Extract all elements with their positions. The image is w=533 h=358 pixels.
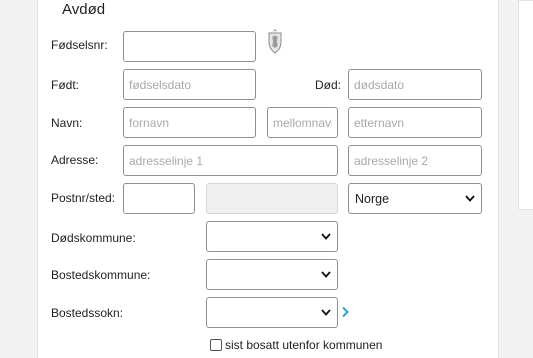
side-panel [518, 0, 533, 210]
postnr-sted-label: Postnr/sted: [51, 191, 116, 205]
chevron-down-icon [321, 270, 331, 280]
postnr-input[interactable] [123, 183, 195, 214]
dodskommune-label: Dødskommune: [51, 231, 136, 245]
bostedssokn-label: Bostedssokn: [51, 306, 124, 320]
chevron-right-icon[interactable] [341, 306, 349, 318]
country-select[interactable]: Norge [348, 183, 482, 214]
bostedssokn-select[interactable] [206, 297, 338, 328]
fodselsdato-input[interactable] [123, 69, 256, 100]
chevron-down-icon [465, 194, 475, 204]
coat-of-arms-icon [268, 29, 282, 54]
fornavn-input[interactable] [123, 107, 256, 138]
sist-bosatt-checkbox-row[interactable]: sist bosatt utenfor kommunen [210, 338, 382, 352]
sted-input [206, 183, 338, 214]
mellomnavn-input[interactable] [267, 107, 338, 138]
chevron-down-icon [321, 308, 331, 318]
fodt-label: Født: [51, 78, 80, 92]
navn-label: Navn: [51, 116, 83, 130]
dodskommune-select[interactable] [206, 221, 338, 252]
bostedskommune-label: Bostedskommune: [51, 268, 151, 282]
etternavn-input[interactable] [348, 107, 482, 138]
dodsdato-input[interactable] [348, 69, 482, 100]
dod-label: Død: [315, 78, 342, 92]
bostedskommune-select[interactable] [206, 259, 338, 290]
fodselsnr-label: Fødselsnr: [51, 38, 108, 52]
adresse-label: Adresse: [51, 153, 99, 167]
adresselinje2-input[interactable] [348, 145, 482, 176]
sist-bosatt-checkbox[interactable] [210, 339, 222, 351]
fodselsnr-input[interactable] [123, 31, 256, 62]
adresselinje1-input[interactable] [123, 145, 338, 176]
country-select-value: Norge [355, 191, 390, 206]
chevron-down-icon [321, 232, 331, 242]
section-title: Avdød [62, 1, 106, 18]
sist-bosatt-label: sist bosatt utenfor kommunen [225, 338, 383, 352]
